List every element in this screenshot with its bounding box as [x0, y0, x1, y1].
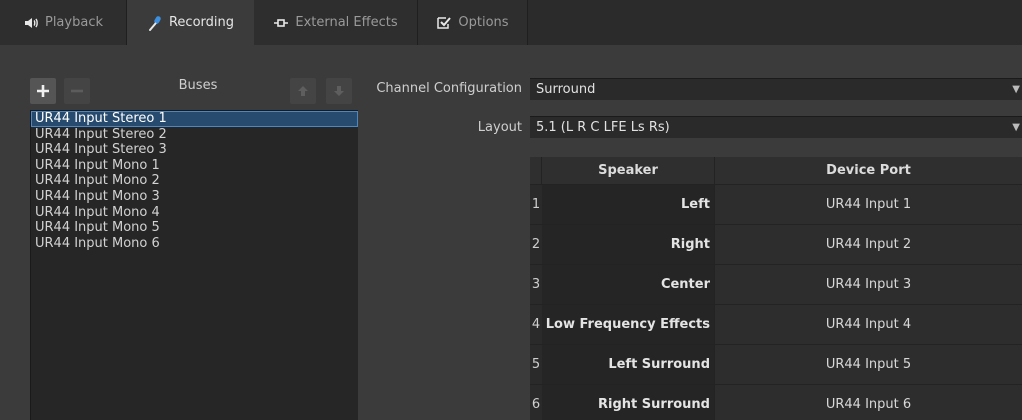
- minus-icon: [71, 89, 83, 93]
- tab-bar: Playback Recording External Effects Opti…: [0, 0, 1022, 45]
- tab-recording[interactable]: Recording: [127, 0, 254, 45]
- table-row[interactable]: 2 Right UR44 Input 2: [530, 224, 1022, 264]
- table-row[interactable]: 3 Center UR44 Input 3: [530, 264, 1022, 304]
- tab-external-effects[interactable]: External Effects: [254, 0, 418, 45]
- buses-label: Buses: [178, 78, 218, 93]
- speaker-cell: Left Surround: [542, 345, 715, 384]
- row-number: 2: [531, 237, 541, 252]
- channel-configuration-value: Surround: [536, 82, 596, 97]
- speaker-cell: Left: [542, 185, 715, 224]
- bus-list-item[interactable]: UR44 Input Mono 5: [31, 220, 358, 236]
- table-header: Speaker Device Port: [530, 157, 1022, 184]
- add-bus-button[interactable]: [30, 78, 56, 104]
- device-port-cell[interactable]: UR44 Input 2: [715, 225, 1022, 264]
- chevron-down-icon: ▼: [1012, 84, 1020, 95]
- arrow-down-icon: [334, 86, 344, 96]
- bus-list-item[interactable]: UR44 Input Stereo 2: [31, 127, 358, 143]
- table-row[interactable]: 4 Low Frequency Effects UR44 Input 4: [530, 304, 1022, 344]
- audio-connections-window: Playback Recording External Effects Opti…: [0, 0, 1022, 420]
- tab-options[interactable]: Options: [418, 0, 528, 45]
- checkbox-icon: [437, 16, 452, 29]
- layout-label: Layout: [477, 120, 522, 135]
- row-number: 6: [531, 397, 541, 412]
- row-number: 4: [531, 317, 541, 332]
- plus-icon: [37, 85, 49, 97]
- move-bus-down-button[interactable]: [326, 78, 352, 104]
- tab-recording-label: Recording: [168, 15, 235, 30]
- table-corner: [530, 157, 542, 184]
- tab-options-label: Options: [458, 15, 509, 30]
- speaker-cell: Center: [542, 265, 715, 304]
- bus-list-item[interactable]: UR44 Input Mono 4: [31, 205, 358, 221]
- microphone-icon: [148, 15, 161, 31]
- tab-playback[interactable]: Playback: [0, 0, 127, 45]
- speaker-cell: Low Frequency Effects: [542, 305, 715, 344]
- bus-list-item[interactable]: UR44 Input Stereo 1: [31, 111, 358, 127]
- speaker-port-table: Speaker Device Port 1 Left UR44 Input 1 …: [530, 157, 1022, 420]
- device-port-cell[interactable]: UR44 Input 5: [715, 345, 1022, 384]
- row-number: 1: [531, 197, 541, 212]
- channel-configuration-label: Channel Configuration: [376, 81, 522, 96]
- layout-value: 5.1 (L R C LFE Ls Rs): [536, 120, 670, 135]
- speaker-cell: Right: [542, 225, 715, 264]
- chevron-down-icon: ▼: [1012, 122, 1020, 133]
- table-row[interactable]: 5 Left Surround UR44 Input 5: [530, 344, 1022, 384]
- bus-list-item[interactable]: UR44 Input Mono 1: [31, 158, 358, 174]
- bus-list-item[interactable]: UR44 Input Mono 6: [31, 236, 358, 252]
- bus-list-item[interactable]: UR44 Input Mono 2: [31, 173, 358, 189]
- layout-select[interactable]: 5.1 (L R C LFE Ls Rs) ▼: [530, 116, 1022, 138]
- device-port-cell[interactable]: UR44 Input 1: [715, 185, 1022, 224]
- tab-playback-label: Playback: [44, 15, 103, 30]
- speaker-icon: [24, 17, 38, 28]
- device-port-cell[interactable]: UR44 Input 4: [715, 305, 1022, 344]
- device-port-cell[interactable]: UR44 Input 3: [715, 265, 1022, 304]
- bus-list-item[interactable]: UR44 Input Stereo 3: [31, 142, 358, 158]
- bus-list-item[interactable]: UR44 Input Mono 3: [31, 189, 358, 205]
- device-port-cell[interactable]: UR44 Input 6: [715, 385, 1022, 420]
- tab-external-effects-label: External Effects: [295, 15, 398, 30]
- row-number: 3: [531, 277, 541, 292]
- channel-configuration-select[interactable]: Surround ▼: [530, 78, 1022, 100]
- insert-icon: [274, 18, 289, 27]
- table-row[interactable]: 6 Right Surround UR44 Input 6: [530, 384, 1022, 420]
- speaker-cell: Right Surround: [542, 385, 715, 420]
- arrow-up-icon: [298, 86, 308, 96]
- device-port-column-header[interactable]: Device Port: [715, 157, 1022, 184]
- speaker-column-header[interactable]: Speaker: [542, 157, 715, 184]
- remove-bus-button[interactable]: [64, 78, 90, 104]
- move-bus-up-button[interactable]: [290, 78, 316, 104]
- bus-list[interactable]: UR44 Input Stereo 1 UR44 Input Stereo 2 …: [30, 110, 358, 420]
- row-number: 5: [531, 357, 541, 372]
- table-row[interactable]: 1 Left UR44 Input 1: [530, 184, 1022, 224]
